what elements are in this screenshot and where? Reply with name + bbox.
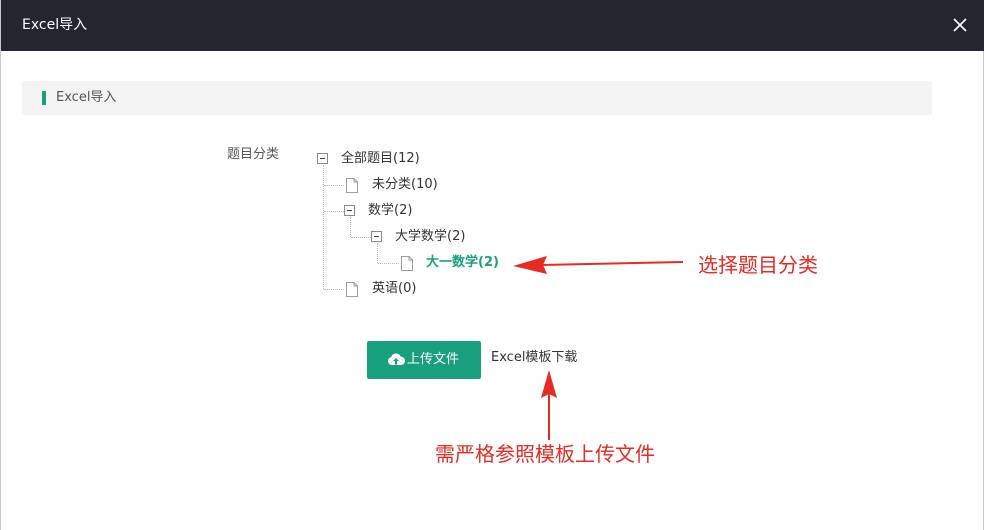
collapse-toggle-college-math[interactable]: [371, 231, 382, 242]
excel-import-dialog: Excel导入 Excel导入 题目分类 全部题目(12) 未分类(10) 数学…: [0, 0, 984, 530]
tree-node-college-math[interactable]: 大学数学(2): [395, 228, 465, 246]
tree-connector: [378, 263, 399, 264]
tree-connector: [377, 243, 378, 263]
tree-connector: [324, 211, 344, 212]
file-icon: [346, 178, 358, 193]
collapse-toggle-root[interactable]: [317, 153, 328, 164]
tree-node-uncategorized[interactable]: 未分类(10): [372, 176, 438, 194]
file-icon: [401, 256, 413, 271]
dialog-title: Excel导入: [22, 17, 88, 33]
tree-node-english[interactable]: 英语(0): [372, 280, 416, 298]
tree-connector: [324, 289, 344, 290]
upload-file-button[interactable]: 上传文件: [367, 341, 481, 379]
tree-connector: [351, 237, 371, 238]
tree-connector: [323, 165, 324, 289]
tree-connector: [350, 217, 351, 237]
arrow-head-up: [541, 370, 557, 398]
tree-connector: [324, 185, 344, 186]
arrow-to-category: [540, 261, 684, 266]
file-icon: [346, 282, 358, 297]
annotation-template-note: 需严格参照模板上传文件: [435, 442, 655, 466]
collapse-toggle-math[interactable]: [344, 205, 355, 216]
template-download-link[interactable]: Excel模板下载: [491, 349, 577, 367]
category-label: 题目分类: [227, 147, 280, 162]
arrow-head-left: [513, 256, 547, 274]
tree-node-all[interactable]: 全部题目(12): [341, 150, 420, 168]
cloud-upload-icon: [388, 353, 405, 365]
tree-node-math[interactable]: 数学(2): [368, 202, 412, 220]
tree-node-freshman-math[interactable]: 大一数学(2): [426, 254, 499, 272]
upload-button-label: 上传文件: [407, 352, 460, 367]
section-header: Excel导入: [22, 81, 932, 115]
dialog-titlebar: Excel导入: [1, 0, 984, 51]
close-icon[interactable]: [949, 14, 971, 36]
annotation-select-category: 选择题目分类: [698, 253, 818, 277]
section-accent-bar: [42, 91, 46, 105]
section-title: Excel导入: [56, 90, 117, 105]
